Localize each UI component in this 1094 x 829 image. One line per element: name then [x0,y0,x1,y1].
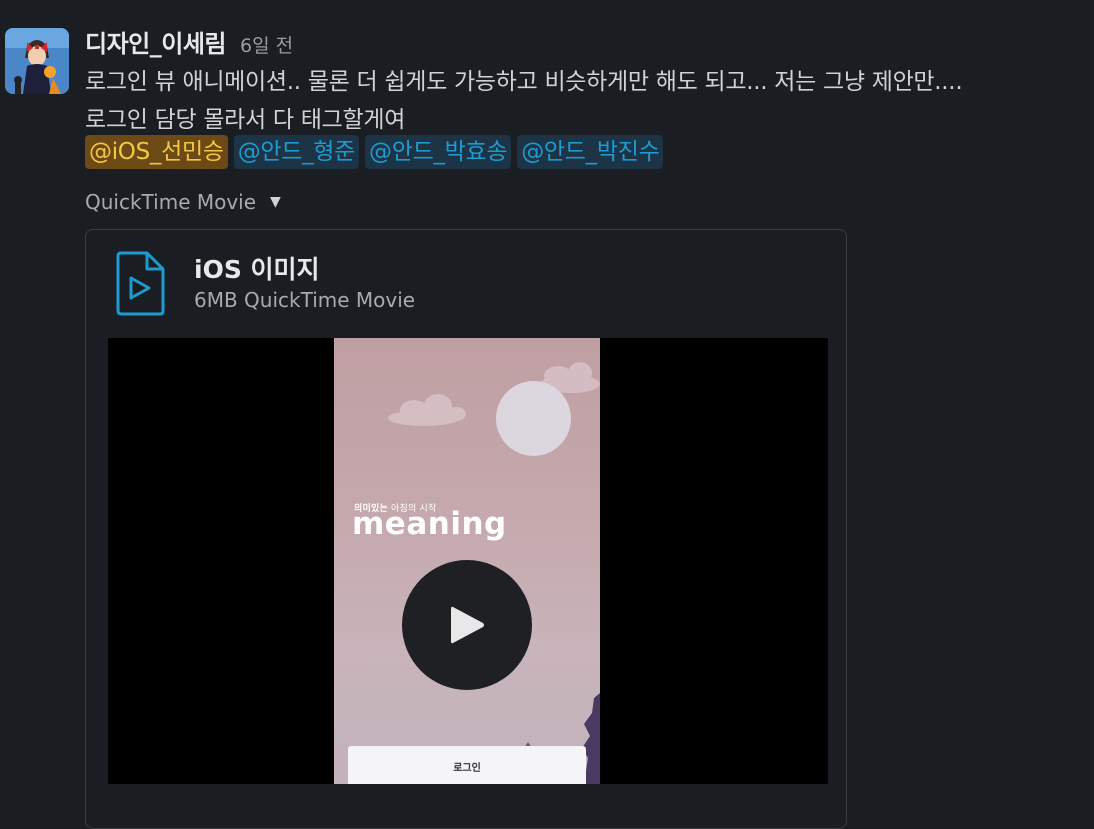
file-meta: 6MB QuickTime Movie [194,288,416,312]
avatar[interactable] [5,28,69,94]
attachment-type-label: QuickTime Movie [85,190,257,214]
video-player[interactable]: 의미있는 아침의 시작 meaning 로그인 [108,338,828,784]
file-title[interactable]: iOS 이미지 [194,250,320,286]
preview-login-button: 로그인 [348,746,586,784]
message-text-line: 로그인 담당 몰라서 다 태그할게여 [85,107,406,133]
attachment-collapse-toggle[interactable]: QuickTime Movie ▼ [85,190,281,214]
message-header: 디자인_이세림 6일 전 [85,24,293,60]
mention-user[interactable]: @안드_형준 [233,135,360,169]
caret-down-icon: ▼ [270,194,281,210]
moon-illustration [496,381,571,456]
timestamp[interactable]: 6일 전 [240,31,293,58]
mention-self[interactable]: @iOS_선민승 [85,135,228,169]
author-name[interactable]: 디자인_이세림 [85,24,226,59]
play-button[interactable] [402,560,532,690]
mention-user[interactable]: @안드_박진수 [517,135,664,169]
message: 디자인_이세림 6일 전 로그인 뷰 애니메이션.. 물론 더 쉽게도 가능하고… [0,0,1094,829]
mention-user[interactable]: @안드_박효송 [365,135,512,169]
mention-list: @iOS_선민승 @안드_형준 @안드_박효송 @안드_박진수 [85,135,664,169]
video-file-icon [115,250,167,316]
play-icon [451,606,484,644]
preview-brand: meaning [352,506,507,542]
message-text-line: 로그인 뷰 애니메이션.. 물론 더 쉽게도 가능하고 비슷하게만 해도 되고.… [85,69,963,95]
